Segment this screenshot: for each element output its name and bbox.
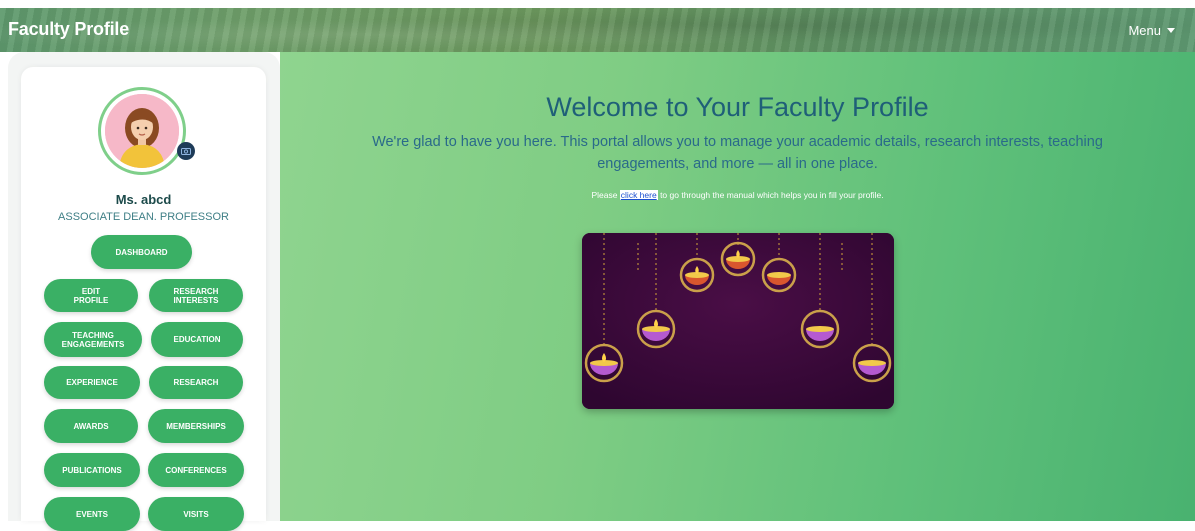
welcome-message: We're glad to have you here. This portal… — [372, 134, 1103, 172]
dashboard-button[interactable]: DASHBOARD — [91, 235, 192, 269]
manual-note: Please click here to go through the manu… — [280, 190, 1195, 200]
teaching-engagements-label: TEACHING ENGAGEMENTS — [61, 330, 125, 349]
top-navbar: Faculty Profile Menu — [0, 8, 1195, 52]
research-interests-button[interactable]: RESEARCH INTERESTS — [149, 279, 243, 312]
brand-title[interactable]: Faculty Profile — [8, 19, 129, 40]
conferences-button[interactable]: CONFERENCES — [148, 453, 244, 487]
edit-profile-label: EDIT PROFILE — [73, 286, 109, 305]
research-button[interactable]: RESEARCH — [149, 366, 243, 399]
navbar-background-image — [0, 8, 1195, 52]
camera-icon[interactable] — [177, 142, 195, 160]
avatar — [105, 94, 179, 168]
memberships-button[interactable]: MEMBERSHIPS — [148, 409, 244, 443]
education-button[interactable]: EDUCATION — [151, 322, 243, 357]
publications-button[interactable]: PUBLICATIONS — [44, 453, 140, 487]
manual-suffix: to go through the manual which helps you… — [657, 190, 884, 200]
page-title: Welcome to Your Faculty Profile — [546, 92, 929, 122]
teaching-engagements-button[interactable]: TEACHING ENGAGEMENTS — [44, 322, 142, 357]
research-interests-label: RESEARCH INTERESTS — [173, 286, 219, 305]
manual-link[interactable]: click here — [619, 190, 658, 200]
menu-label: Menu — [1128, 23, 1161, 38]
edit-profile-button[interactable]: EDIT PROFILE — [44, 279, 138, 312]
experience-button[interactable]: EXPERIENCE — [44, 366, 140, 399]
avatar-illustration — [105, 94, 179, 168]
caret-down-icon — [1167, 28, 1175, 33]
diya-lamps-illustration — [582, 233, 894, 409]
manual-prefix: Please — [591, 190, 620, 200]
events-button[interactable]: EVENTS — [44, 497, 140, 531]
awards-button[interactable]: AWARDS — [44, 409, 138, 443]
menu-dropdown[interactable]: Menu — [1128, 23, 1175, 38]
festival-banner-image — [582, 233, 894, 409]
profile-role: ASSOCIATE DEAN. PROFESSOR — [58, 211, 229, 223]
profile-name: Ms. abcd — [115, 192, 172, 207]
visits-button[interactable]: VISITS — [148, 497, 244, 531]
